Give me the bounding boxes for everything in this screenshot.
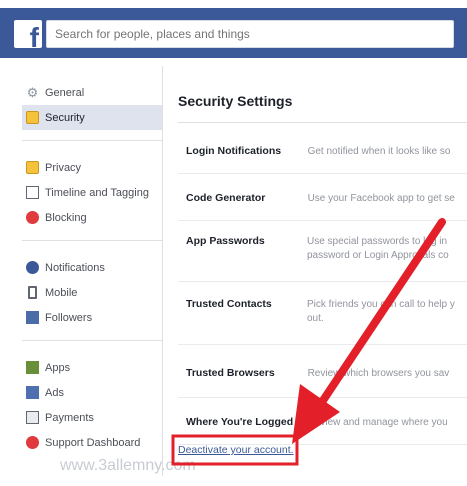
- top-bar: f: [0, 8, 467, 58]
- sidebar-item-general[interactable]: ⚙ General: [22, 80, 162, 105]
- setting-label: Trusted Browsers: [186, 367, 275, 379]
- sidebar-group-apps: Apps Ads Payments Support Dashboard: [22, 351, 162, 465]
- setting-row-login-notifications[interactable]: Login Notifications Get notified when it…: [178, 123, 467, 174]
- setting-row-where-logged-in[interactable]: Where You're Logged In Review and manage…: [178, 398, 467, 445]
- sidebar-item-support-dashboard[interactable]: Support Dashboard: [22, 430, 162, 455]
- sidebar-item-payments[interactable]: Payments: [22, 405, 162, 430]
- search-input[interactable]: [46, 20, 454, 48]
- deactivate-account-link[interactable]: Deactivate your account.: [178, 444, 294, 456]
- timeline-icon: [26, 186, 39, 199]
- setting-label: App Passwords: [186, 235, 265, 247]
- sidebar-item-label: Timeline and Tagging: [45, 186, 149, 199]
- sidebar-item-blocking[interactable]: Blocking: [22, 205, 162, 230]
- setting-label: Login Notifications: [186, 145, 282, 157]
- sidebar-item-ads[interactable]: Ads: [22, 380, 162, 405]
- sidebar-item-label: Payments: [45, 411, 94, 424]
- sidebar-item-security[interactable]: Security: [22, 105, 162, 130]
- ads-icon: [26, 386, 39, 399]
- sidebar-item-privacy[interactable]: Privacy: [22, 155, 162, 180]
- setting-description: Review which browsers you sav: [307, 368, 450, 379]
- setting-description: Pick friends you can call to help y: [307, 299, 455, 310]
- support-icon: [26, 436, 39, 449]
- setting-row-app-passwords[interactable]: App Passwords Use special passwords to l…: [178, 221, 467, 282]
- sidebar-item-label: General: [45, 86, 85, 99]
- sidebar-item-timeline[interactable]: Timeline and Tagging: [22, 180, 162, 205]
- sidebar-item-label: Ads: [45, 386, 64, 399]
- sidebar-item-label: Security: [45, 111, 85, 124]
- sidebar-item-notifications[interactable]: Notifications: [22, 255, 162, 280]
- lock-icon: [26, 111, 39, 124]
- setting-description: Get notified when it looks like so: [307, 146, 451, 157]
- setting-label: Code Generator: [186, 192, 266, 204]
- gear-icon: ⚙: [26, 85, 39, 100]
- setting-description: Review and manage where you: [307, 417, 448, 428]
- payments-icon: [26, 411, 39, 424]
- sidebar-item-label: Followers: [45, 311, 93, 324]
- privacy-lock-icon: [26, 161, 39, 174]
- security-settings-panel: Security Settings Login Notifications Ge…: [178, 76, 467, 445]
- sidebar-group-privacy: Privacy Timeline and Tagging Blocking: [22, 151, 162, 241]
- sidebar-group-account: ⚙ General Security: [22, 76, 162, 141]
- sidebar-item-followers[interactable]: Followers: [22, 305, 162, 330]
- logo-letter: f: [29, 22, 39, 53]
- sidebar-item-label: Mobile: [45, 286, 78, 299]
- settings-page: f ⚙ General Security Privacy Timeline an…: [0, 0, 467, 486]
- setting-row-trusted-contacts[interactable]: Trusted Contacts Pick friends you can ca…: [178, 282, 467, 345]
- apps-icon: [26, 361, 39, 374]
- watermark-text: www.3allemny.com: [60, 457, 196, 474]
- setting-description-line2: password or Login Approvals co: [307, 250, 449, 261]
- sidebar-divider: [162, 66, 163, 476]
- setting-label: Where You're Logged In: [186, 416, 306, 428]
- blocking-icon: [26, 211, 39, 224]
- page-title: Security Settings: [178, 76, 467, 123]
- sidebar-item-label: Support Dashboard: [45, 436, 141, 449]
- setting-row-trusted-browsers[interactable]: Trusted Browsers Review which browsers y…: [178, 345, 467, 398]
- rss-icon: [26, 311, 39, 324]
- setting-row-code-generator[interactable]: Code Generator Use your Facebook app to …: [178, 174, 467, 221]
- sidebar-item-label: Blocking: [45, 211, 87, 224]
- setting-description: Use special passwords to log in: [307, 236, 448, 247]
- setting-description: Use your Facebook app to get se: [307, 193, 455, 204]
- sidebar-item-label: Privacy: [45, 161, 82, 174]
- setting-description-block: Use special passwords to log in password…: [307, 221, 467, 281]
- setting-description-line2: out.: [307, 313, 324, 324]
- setting-label: Trusted Contacts: [186, 298, 272, 310]
- sidebar-item-label: Apps: [45, 361, 71, 374]
- sidebar-item-label: Notifications: [45, 261, 105, 274]
- globe-icon: [26, 261, 39, 274]
- sidebar-item-mobile[interactable]: Mobile: [22, 280, 162, 305]
- mobile-icon: [28, 286, 37, 299]
- settings-sidebar: ⚙ General Security Privacy Timeline and …: [22, 76, 162, 465]
- setting-description-block: Pick friends you can call to help y out.: [307, 282, 467, 344]
- facebook-logo-icon[interactable]: f: [14, 20, 42, 52]
- sidebar-item-apps[interactable]: Apps: [22, 355, 162, 380]
- sidebar-group-notifications: Notifications Mobile Followers: [22, 251, 162, 341]
